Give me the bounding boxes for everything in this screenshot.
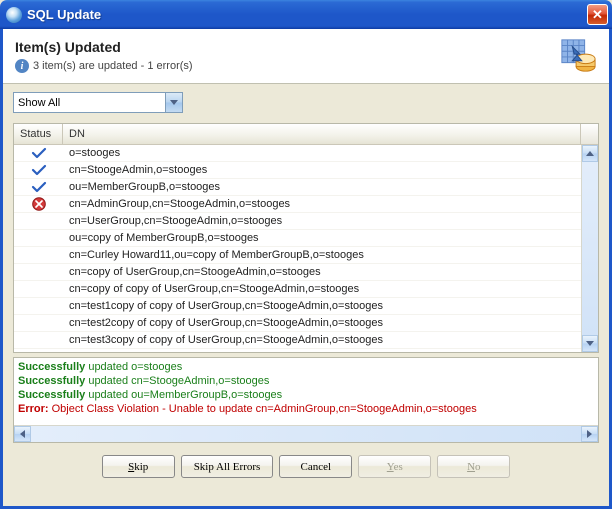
- info-row: i 3 item(s) are updated - 1 error(s): [15, 59, 559, 73]
- dn-cell: cn=test3copy of copy of UserGroup,cn=Sto…: [63, 334, 581, 346]
- cancel-button[interactable]: Cancel: [279, 455, 352, 478]
- skip-button[interactable]: Skip: [102, 455, 175, 478]
- window-titlebar: SQL Update ✕: [0, 0, 612, 29]
- skip-all-errors-button[interactable]: Skip All Errors: [181, 455, 274, 478]
- dn-cell: cn=test2copy of copy of UserGroup,cn=Sto…: [63, 317, 581, 329]
- client-area: Item(s) Updated i 3 item(s) are updated …: [0, 29, 612, 509]
- no-button[interactable]: No: [437, 455, 510, 478]
- column-header-status[interactable]: Status: [14, 124, 63, 144]
- scroll-track[interactable]: [31, 426, 581, 442]
- table-row[interactable]: o=stooges: [14, 145, 581, 162]
- column-header-dn[interactable]: DN: [63, 124, 581, 144]
- update-icon: [559, 37, 597, 75]
- table-row[interactable]: cn=test1copy of copy of UserGroup,cn=Sto…: [14, 298, 581, 315]
- page-title: Item(s) Updated: [15, 39, 559, 55]
- check-icon: [31, 181, 47, 193]
- chevron-down-icon: [170, 100, 178, 105]
- close-icon: ✕: [592, 7, 603, 23]
- log-line: Successfully updated ou=MemberGroupB,o=s…: [18, 388, 594, 402]
- grid-header: Status DN: [14, 124, 598, 145]
- table-row[interactable]: ou=MemberGroupB,o=stooges: [14, 179, 581, 196]
- dn-cell: o=stooges: [63, 147, 581, 159]
- status-cell: [14, 197, 63, 211]
- combo-dropdown-button[interactable]: [165, 93, 182, 112]
- dn-cell: cn=copy of UserGroup,cn=StoogeAdmin,o=st…: [63, 266, 581, 278]
- info-text: 3 item(s) are updated - 1 error(s): [33, 60, 193, 72]
- table-row[interactable]: cn=StoogeAdmin,o=stooges: [14, 162, 581, 179]
- grid-header-corner: [581, 124, 598, 144]
- grid-rows: o=stooges cn=StoogeAdmin,o=stooges ou=Memb…: [14, 145, 581, 352]
- table-row[interactable]: cn=copy of copy of UserGroup,cn=StoogeAd…: [14, 281, 581, 298]
- dn-cell: cn=UserGroup,cn=StoogeAdmin,o=stooges: [63, 215, 581, 227]
- log-panel: Successfully updated o=stoogesSuccessful…: [13, 357, 599, 443]
- filter-combo-value: Show All: [18, 97, 165, 109]
- log-body: Successfully updated o=stoogesSuccessful…: [14, 358, 598, 425]
- log-horizontal-scrollbar[interactable]: [14, 425, 598, 442]
- table-row[interactable]: cn=test3copy of copy of UserGroup,cn=Sto…: [14, 332, 581, 349]
- table-row[interactable]: cn=Curley Howard11,ou=copy of MemberGrou…: [14, 247, 581, 264]
- scroll-down-button[interactable]: [582, 335, 598, 352]
- filter-row: Show All: [13, 92, 599, 113]
- scroll-up-button[interactable]: [582, 145, 598, 162]
- dn-cell: cn=AdminGroup,cn=StoogeAdmin,o=stooges: [63, 198, 581, 210]
- table-row[interactable]: cn=UserGroup,cn=StoogeAdmin,o=stooges: [14, 213, 581, 230]
- table-row[interactable]: cn=test10copy of copy of UserGroup,cn=St…: [14, 349, 581, 352]
- chevron-down-icon: [586, 341, 594, 346]
- dn-cell: cn=test10copy of copy of UserGroup,cn=St…: [63, 351, 581, 352]
- info-icon: i: [15, 59, 29, 73]
- error-icon: [32, 197, 46, 211]
- yes-button[interactable]: Yes: [358, 455, 431, 478]
- app-icon: [6, 7, 22, 23]
- status-cell: [14, 181, 63, 193]
- chevron-right-icon: [587, 430, 592, 438]
- close-button[interactable]: ✕: [587, 4, 608, 25]
- window-title: SQL Update: [27, 7, 587, 22]
- dn-cell: cn=copy of copy of UserGroup,cn=StoogeAd…: [63, 283, 581, 295]
- table-row[interactable]: cn=copy of UserGroup,cn=StoogeAdmin,o=st…: [14, 264, 581, 281]
- grid-vertical-scrollbar[interactable]: [581, 145, 598, 352]
- table-row[interactable]: ou=copy of MemberGroupB,o=stooges: [14, 230, 581, 247]
- page-header: Item(s) Updated i 3 item(s) are updated …: [3, 29, 609, 84]
- check-icon: [31, 147, 47, 159]
- log-line: Successfully updated cn=StoogeAdmin,o=st…: [18, 374, 594, 388]
- table-row[interactable]: cn=AdminGroup,cn=StoogeAdmin,o=stooges: [14, 196, 581, 213]
- dn-cell: cn=test1copy of copy of UserGroup,cn=Sto…: [63, 300, 581, 312]
- scroll-right-button[interactable]: [581, 426, 598, 442]
- results-grid: Status DN o=stooges cn=StoogeAdmin,o=stoo…: [13, 123, 599, 353]
- chevron-up-icon: [586, 151, 594, 156]
- dialog-buttons: Skip Skip All Errors Cancel Yes No: [13, 443, 599, 490]
- dn-cell: cn=StoogeAdmin,o=stooges: [63, 164, 581, 176]
- log-line: Successfully updated o=stooges: [18, 360, 594, 374]
- status-cell: [14, 164, 63, 176]
- check-icon: [31, 164, 47, 176]
- filter-combo[interactable]: Show All: [13, 92, 183, 113]
- scroll-track[interactable]: [582, 162, 598, 335]
- dn-cell: ou=MemberGroupB,o=stooges: [63, 181, 581, 193]
- dn-cell: cn=Curley Howard11,ou=copy of MemberGrou…: [63, 249, 581, 261]
- dn-cell: ou=copy of MemberGroupB,o=stooges: [63, 232, 581, 244]
- status-cell: [14, 147, 63, 159]
- table-row[interactable]: cn=test2copy of copy of UserGroup,cn=Sto…: [14, 315, 581, 332]
- chevron-left-icon: [20, 430, 25, 438]
- log-line: Error: Object Class Violation - Unable t…: [18, 402, 594, 416]
- scroll-left-button[interactable]: [14, 426, 31, 442]
